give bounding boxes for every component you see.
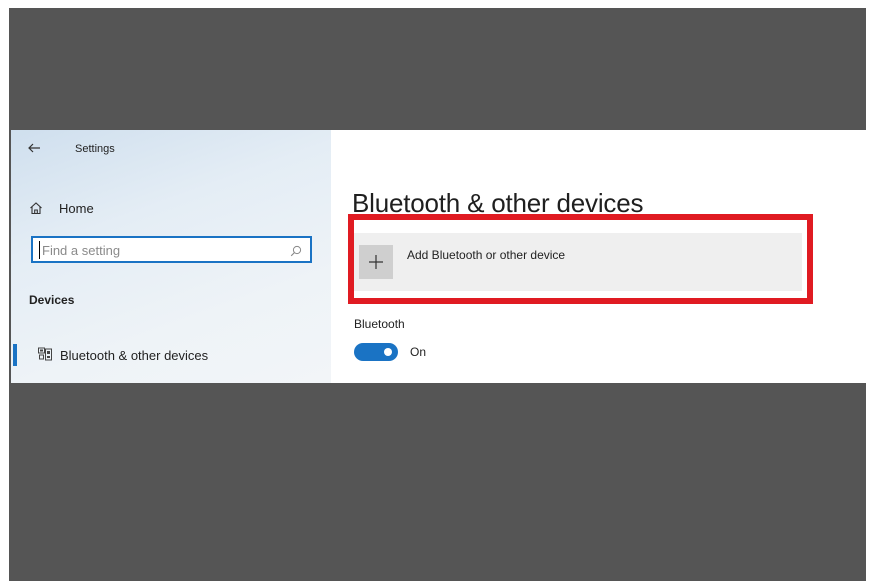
sidebar: Settings Home Devices: [11, 130, 331, 383]
sidebar-item-bluetooth[interactable]: Bluetooth & other devices: [11, 342, 331, 372]
main-content: Bluetooth & other devices Add Bluetooth …: [331, 130, 866, 383]
back-arrow-icon[interactable]: [27, 141, 41, 155]
highlight-box: [348, 214, 813, 304]
sidebar-item-label: Bluetooth & other devices: [60, 348, 209, 363]
home-icon: [29, 201, 43, 215]
home-label: Home: [59, 200, 94, 216]
search-box[interactable]: [31, 236, 312, 263]
section-heading-devices: Devices: [29, 293, 75, 307]
search-icon[interactable]: [290, 244, 302, 257]
settings-window: Settings Home Devices: [11, 130, 866, 383]
bluetooth-devices-icon: [38, 347, 52, 361]
bluetooth-label: Bluetooth: [354, 317, 405, 331]
bluetooth-toggle[interactable]: [354, 343, 398, 361]
search-input[interactable]: [39, 241, 282, 259]
home-nav-item[interactable]: Home: [29, 198, 94, 218]
selected-indicator: [13, 344, 17, 366]
bluetooth-toggle-state: On: [410, 345, 427, 359]
window-title: Settings: [75, 143, 115, 155]
toggle-knob: [384, 348, 392, 356]
